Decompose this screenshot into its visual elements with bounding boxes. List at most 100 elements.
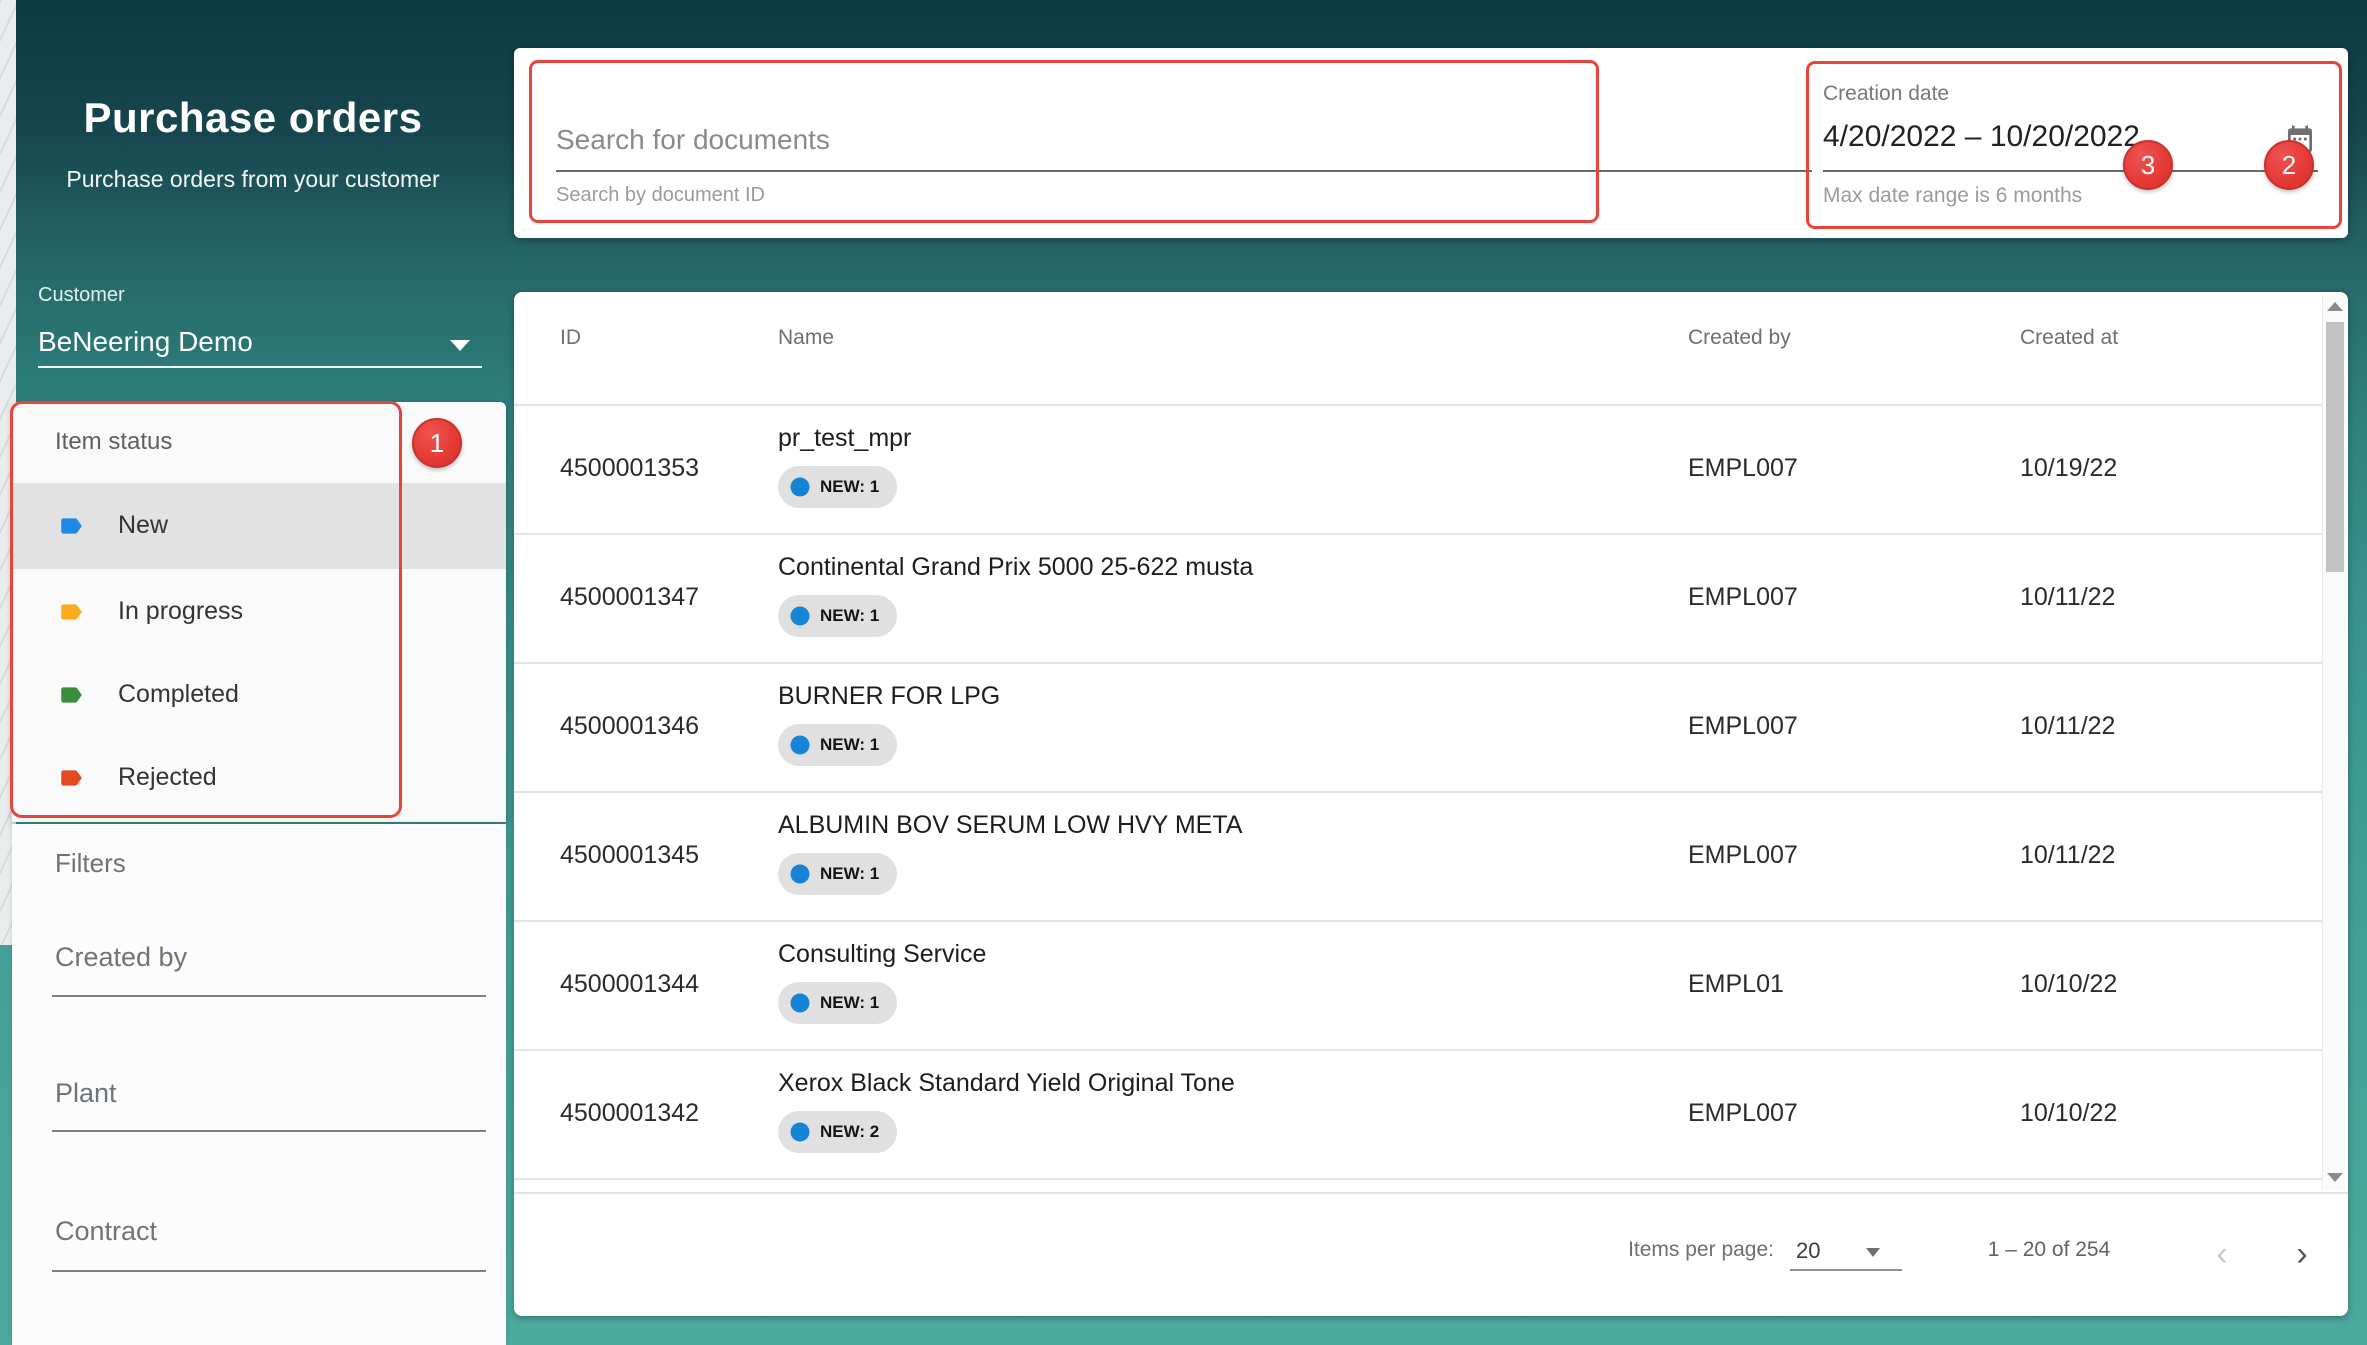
status-badge: NEW: 1 — [778, 595, 897, 637]
order-created-at: 10/10/22 — [2020, 1099, 2117, 1128]
status-filter-rejected[interactable]: Rejected — [12, 735, 506, 821]
status-badge: NEW: 2 — [778, 1111, 897, 1153]
order-id: 4500001342 — [560, 1099, 699, 1128]
order-created-by: EMPL007 — [1688, 712, 1798, 741]
filter-created-by-input[interactable]: Created by — [12, 942, 506, 1026]
column-header-id: ID — [560, 326, 581, 350]
order-name: ALBUMIN BOV SERUM LOW HVY META — [778, 811, 1242, 840]
table-row[interactable]: Xerox Black Standard Yield Original Tone… — [514, 1051, 2322, 1180]
status-label: Completed — [118, 680, 239, 709]
order-name: BURNER FOR LPG — [778, 682, 1000, 711]
creation-date-range-input[interactable]: 4/20/2022 – 10/20/2022 — [1823, 120, 2140, 154]
column-header-created-at: Created at — [2020, 326, 2118, 350]
new-status-dot-icon — [790, 606, 810, 626]
creation-date-underline — [1823, 170, 2318, 172]
filter-contract-input[interactable]: Contract — [12, 1216, 506, 1300]
order-created-at: 10/19/22 — [2020, 454, 2117, 483]
status-filter-in-progress[interactable]: In progress — [12, 569, 506, 655]
input-underline — [52, 995, 486, 997]
order-id: 4500001345 — [560, 841, 699, 870]
status-badge: NEW: 1 — [778, 466, 897, 508]
chevron-down-icon[interactable] — [1866, 1248, 1880, 1257]
column-header-name: Name — [778, 326, 834, 350]
status-label: In progress — [118, 597, 243, 626]
filter-contract-placeholder: Contract — [55, 1216, 157, 1247]
column-header-created-by: Created by — [1688, 326, 1791, 350]
status-badge: NEW: 1 — [778, 982, 897, 1024]
creation-date-helper-text: Max date range is 6 months — [1823, 184, 2082, 208]
annotation-badge-2: 2 — [2264, 140, 2314, 190]
new-status-dot-icon — [790, 735, 810, 755]
items-per-page-underline — [1790, 1269, 1902, 1271]
label-tag-icon — [58, 513, 84, 539]
order-name: Continental Grand Prix 5000 25-622 musta — [778, 553, 1253, 582]
order-name: pr_test_mpr — [778, 424, 911, 453]
scrollbar-thumb[interactable] — [2326, 322, 2344, 572]
items-per-page-label: Items per page: — [1554, 1238, 1774, 1262]
table-row[interactable]: Consulting Service 4500001344 NEW: 1 EMP… — [514, 922, 2322, 1051]
filter-plant-placeholder: Plant — [55, 1078, 117, 1109]
order-created-by: EMPL01 — [1688, 970, 1784, 999]
input-underline — [52, 1270, 486, 1272]
table-row[interactable]: Continental Grand Prix 5000 25-622 musta… — [514, 535, 2322, 664]
status-label: New — [118, 511, 168, 540]
status-label: Rejected — [118, 763, 217, 792]
status-badge: NEW: 1 — [778, 853, 897, 895]
customer-label: Customer — [38, 284, 125, 307]
order-created-by: EMPL007 — [1688, 841, 1798, 870]
label-tag-icon — [58, 599, 84, 625]
new-status-dot-icon — [790, 477, 810, 497]
document-search-input[interactable]: Search for documents — [556, 124, 830, 156]
order-name: Consulting Service — [778, 940, 986, 969]
table-row[interactable]: BURNER FOR LPG 4500001346 NEW: 1 EMPL007… — [514, 664, 2322, 793]
page-subtitle: Purchase orders from your customer — [0, 166, 506, 193]
items-per-page-select[interactable]: 20 — [1796, 1238, 1820, 1264]
order-created-by: EMPL007 — [1688, 454, 1798, 483]
new-status-dot-icon — [790, 1122, 810, 1142]
order-name: Xerox Black Standard Yield Original Tone — [778, 1069, 1235, 1098]
filter-plant-input[interactable]: Plant — [12, 1078, 506, 1162]
filter-created-by-placeholder: Created by — [55, 942, 187, 973]
status-filter-new[interactable]: New — [12, 483, 506, 569]
order-created-at: 10/11/22 — [2020, 712, 2115, 741]
page-title: Purchase orders — [0, 94, 506, 142]
item-status-title: Item status — [55, 428, 172, 456]
table-row[interactable]: pr_test_mpr 4500001353 NEW: 1 EMPL007 10… — [514, 406, 2322, 535]
order-created-at: 10/11/22 — [2020, 583, 2115, 612]
next-page-button[interactable]: › — [2282, 1234, 2322, 1274]
label-tag-icon — [58, 765, 84, 791]
purchase-orders-table-card: ID Name Created by Created at pr_test_mp… — [514, 292, 2348, 1316]
order-id: 4500001344 — [560, 970, 699, 999]
search-toolbar-card: Search for documents Search by document … — [514, 48, 2348, 238]
chevron-down-icon — [450, 340, 470, 351]
filters-title: Filters — [55, 848, 126, 879]
filters-panel: Filters Created by Plant Contract — [12, 824, 506, 1345]
scroll-up-arrow-icon[interactable] — [2327, 302, 2343, 311]
order-created-at: 10/10/22 — [2020, 970, 2117, 999]
footer-divider — [514, 1192, 2348, 1194]
order-created-by: EMPL007 — [1688, 583, 1798, 612]
creation-date-label: Creation date — [1823, 82, 1949, 106]
customer-selected-value: BeNeering Demo — [38, 326, 253, 358]
status-filter-completed[interactable]: Completed — [12, 652, 506, 738]
search-underline — [556, 170, 1812, 172]
annotation-badge-1: 1 — [412, 418, 462, 468]
annotation-badge-3: 3 — [2123, 140, 2173, 190]
label-tag-icon — [58, 682, 84, 708]
order-id: 4500001353 — [560, 454, 699, 483]
customer-select[interactable]: BeNeering Demo — [38, 322, 482, 368]
order-created-at: 10/11/22 — [2020, 841, 2115, 870]
new-status-dot-icon — [790, 864, 810, 884]
order-id: 4500001347 — [560, 583, 699, 612]
previous-page-button[interactable]: ‹ — [2202, 1234, 2242, 1274]
scroll-down-arrow-icon[interactable] — [2327, 1173, 2343, 1182]
status-badge: NEW: 1 — [778, 724, 897, 766]
input-underline — [52, 1130, 486, 1132]
order-created-by: EMPL007 — [1688, 1099, 1798, 1128]
search-helper-text: Search by document ID — [556, 184, 765, 207]
order-id: 4500001346 — [560, 712, 699, 741]
table-row[interactable]: ALBUMIN BOV SERUM LOW HVY META 450000134… — [514, 793, 2322, 922]
pagination-range: 1 – 20 of 254 — [1954, 1238, 2144, 1262]
vertical-scrollbar[interactable] — [2322, 294, 2346, 1190]
new-status-dot-icon — [790, 993, 810, 1013]
